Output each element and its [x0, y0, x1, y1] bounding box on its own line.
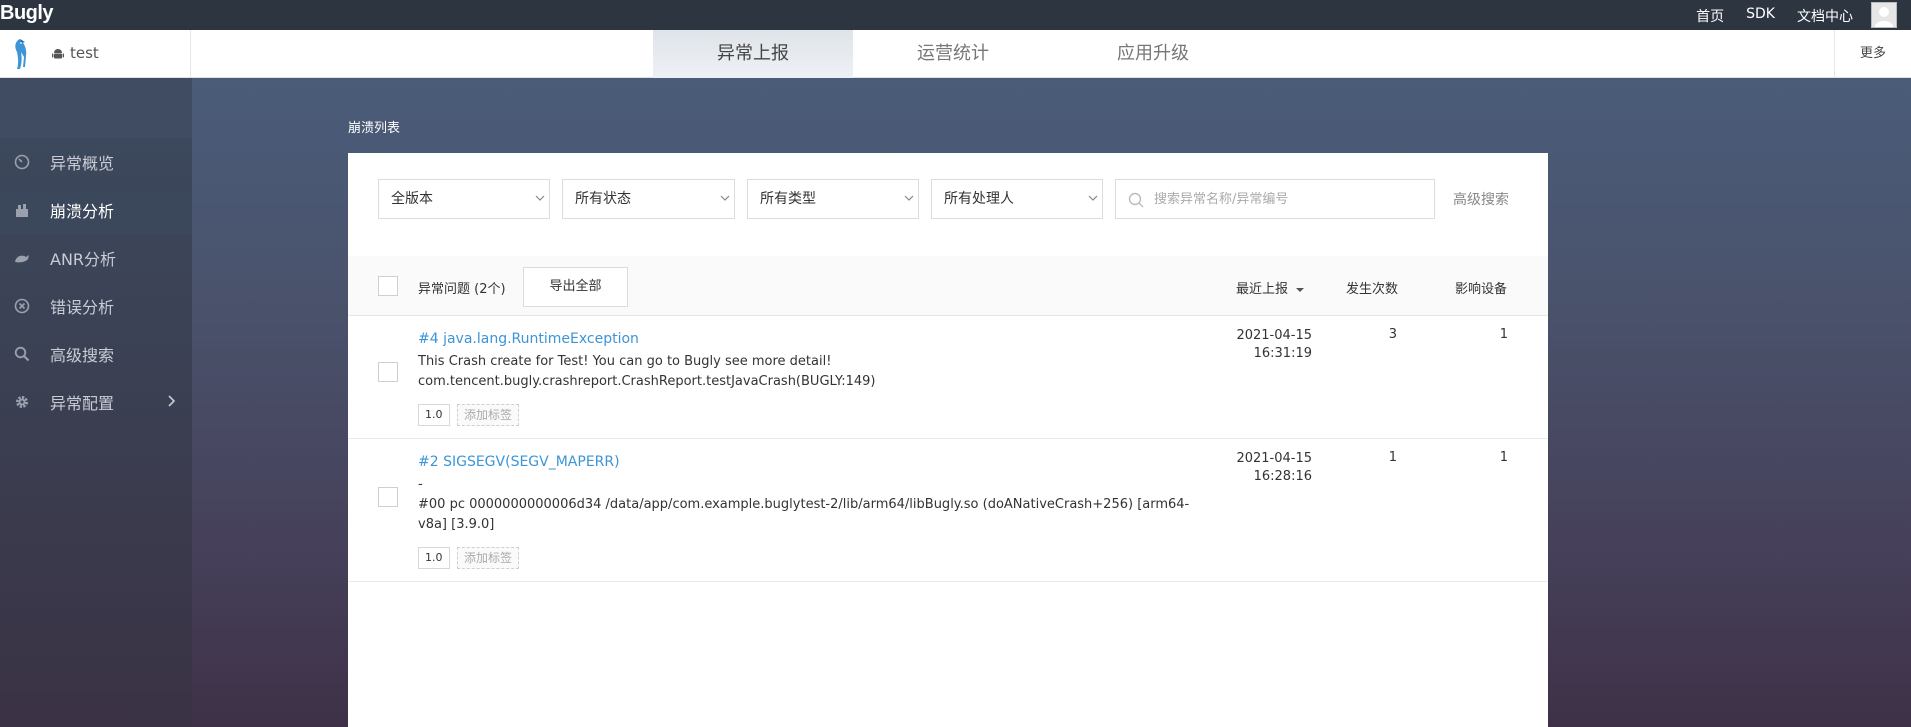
row-checkbox[interactable]: [378, 487, 398, 507]
type-select[interactable]: 所有类型: [747, 179, 919, 219]
last-report-time: 2021-04-15 16:28:16: [1220, 450, 1312, 486]
home-link[interactable]: 首页: [1696, 6, 1724, 26]
version-select[interactable]: 全版本: [378, 179, 550, 219]
filter-bar: 全版本 所有状态 所有类型 所有处理人 高级搜索: [378, 179, 1509, 219]
sidebar-spacer: [0, 78, 192, 138]
sidebar-item-label: 异常配置: [50, 394, 115, 413]
sidebar-item-label: 崩溃分析: [50, 202, 115, 221]
dashboard-icon: [14, 154, 30, 170]
table-row[interactable]: #2 SIGSEGV(SEGV_MAPERR) - #00 pc 0000000…: [348, 439, 1548, 582]
sidebar-item-label: ANR分析: [50, 250, 117, 269]
gear-icon: [14, 394, 30, 410]
more-button[interactable]: 更多: [1834, 30, 1911, 78]
chevron-down-icon: [904, 195, 914, 201]
issue-stack: #00 pc 0000000000006d34 /data/app/com.ex…: [418, 497, 1190, 512]
report-date: 2021-04-15: [1236, 451, 1312, 466]
chevron-down-icon: [1088, 195, 1098, 201]
chevron-right-icon: [168, 395, 176, 407]
crash-list-card: 全版本 所有状态 所有类型 所有处理人 高级搜索 异常问题 (2个) 导出全部 …: [348, 153, 1548, 727]
row-checkbox[interactable]: [378, 362, 398, 382]
select-all-checkbox[interactable]: [378, 276, 398, 296]
handler-select[interactable]: 所有处理人: [931, 179, 1103, 219]
sdk-link[interactable]: SDK: [1746, 6, 1775, 26]
report-time: 16:31:19: [1253, 346, 1312, 361]
status-select-value: 所有状态: [575, 191, 631, 207]
sidebar-item-label: 高级搜索: [50, 346, 115, 365]
error-icon: [14, 298, 30, 314]
list-header: 异常问题 (2个) 导出全部 最近上报 发生次数 影响设备: [348, 256, 1548, 316]
col-recent-label: 最近上报: [1236, 282, 1289, 297]
issue-title-link[interactable]: #2 SIGSEGV(SEGV_MAPERR): [418, 454, 620, 470]
main-nav-tabs: 异常上报 运营统计 应用升级: [653, 30, 1253, 78]
issue-stack-cont: v8a] [3.9.0]: [418, 517, 495, 532]
sidebar-item-label: 异常概览: [50, 154, 115, 173]
anr-icon: [14, 250, 30, 266]
last-report-time: 2021-04-15 16:31:19: [1220, 327, 1312, 363]
tab-operations-stats[interactable]: 运营统计: [853, 30, 1053, 78]
sidebar-item-advanced-search[interactable]: 高级搜索: [0, 330, 192, 378]
issue-message: -: [418, 477, 423, 492]
page-title: 崩溃列表: [348, 121, 401, 136]
caret-down-icon: [1296, 287, 1305, 292]
sidebar: 异常概览 崩溃分析 ANR分析 错误分析 高级搜索 异常配置: [0, 78, 192, 727]
android-icon: [52, 49, 64, 59]
search-icon: [14, 346, 30, 362]
brand-logo[interactable]: Bugly: [0, 2, 54, 25]
occurrence-count: 3: [1388, 327, 1397, 342]
affected-devices-count: 1: [1499, 327, 1508, 342]
sidebar-item-label: 错误分析: [50, 298, 115, 317]
app-header: test 异常上报 运营统计 应用升级 更多: [0, 30, 1911, 78]
sidebar-item-crash-analysis[interactable]: 崩溃分析: [0, 186, 192, 234]
sidebar-item-config[interactable]: 异常配置: [0, 378, 192, 426]
version-select-value: 全版本: [391, 191, 433, 207]
sidebar-item-overview[interactable]: 异常概览: [0, 138, 192, 186]
chevron-down-icon: [720, 195, 730, 201]
crash-icon: [14, 202, 30, 218]
search-input[interactable]: [1154, 189, 1424, 209]
add-tag-button[interactable]: 添加标签: [457, 547, 520, 569]
table-row[interactable]: #4 java.lang.RuntimeException This Crash…: [348, 316, 1548, 439]
sort-recent-report[interactable]: 最近上报: [1236, 278, 1305, 297]
tab-app-upgrade[interactable]: 应用升级: [1053, 30, 1253, 78]
version-tag: 1.0: [418, 547, 450, 569]
app-name: test: [70, 44, 99, 62]
top-bar: Bugly 首页 SDK 文档中心: [0, 0, 1911, 30]
search-icon: [1128, 192, 1144, 208]
user-icon: [1875, 7, 1893, 27]
advanced-search-link[interactable]: 高级搜索: [1453, 189, 1509, 209]
export-all-button[interactable]: 导出全部: [523, 267, 628, 307]
report-time: 16:28:16: [1253, 469, 1312, 484]
sidebar-item-error-analysis[interactable]: 错误分析: [0, 282, 192, 330]
version-tag: 1.0: [418, 404, 450, 426]
report-date: 2021-04-15: [1236, 328, 1312, 343]
app-selector[interactable]: test: [0, 30, 191, 78]
col-affected-devices[interactable]: 影响设备: [1455, 278, 1507, 297]
docs-link[interactable]: 文档中心: [1797, 6, 1853, 26]
chevron-down-icon: [535, 195, 545, 201]
avatar[interactable]: [1871, 2, 1897, 28]
issue-message: This Crash create for Test! You can go t…: [418, 354, 832, 369]
bugly-bird-icon: [15, 39, 27, 69]
handler-select-value: 所有处理人: [944, 191, 1014, 207]
tab-crash-report[interactable]: 异常上报: [653, 30, 853, 78]
occurrence-count: 1: [1388, 450, 1397, 465]
issue-count-label: 异常问题 (2个): [418, 282, 506, 297]
issue-stack: com.tencent.bugly.crashreport.CrashRepor…: [418, 374, 876, 389]
issue-title-link[interactable]: #4 java.lang.RuntimeException: [418, 331, 639, 347]
add-tag-button[interactable]: 添加标签: [457, 404, 520, 426]
sidebar-item-anr[interactable]: ANR分析: [0, 234, 192, 282]
affected-devices-count: 1: [1499, 450, 1508, 465]
col-occurrences[interactable]: 发生次数: [1346, 278, 1398, 297]
status-select[interactable]: 所有状态: [562, 179, 735, 219]
type-select-value: 所有类型: [760, 191, 816, 207]
search-box: [1115, 179, 1435, 219]
top-links: 首页 SDK 文档中心: [1696, 6, 1853, 26]
